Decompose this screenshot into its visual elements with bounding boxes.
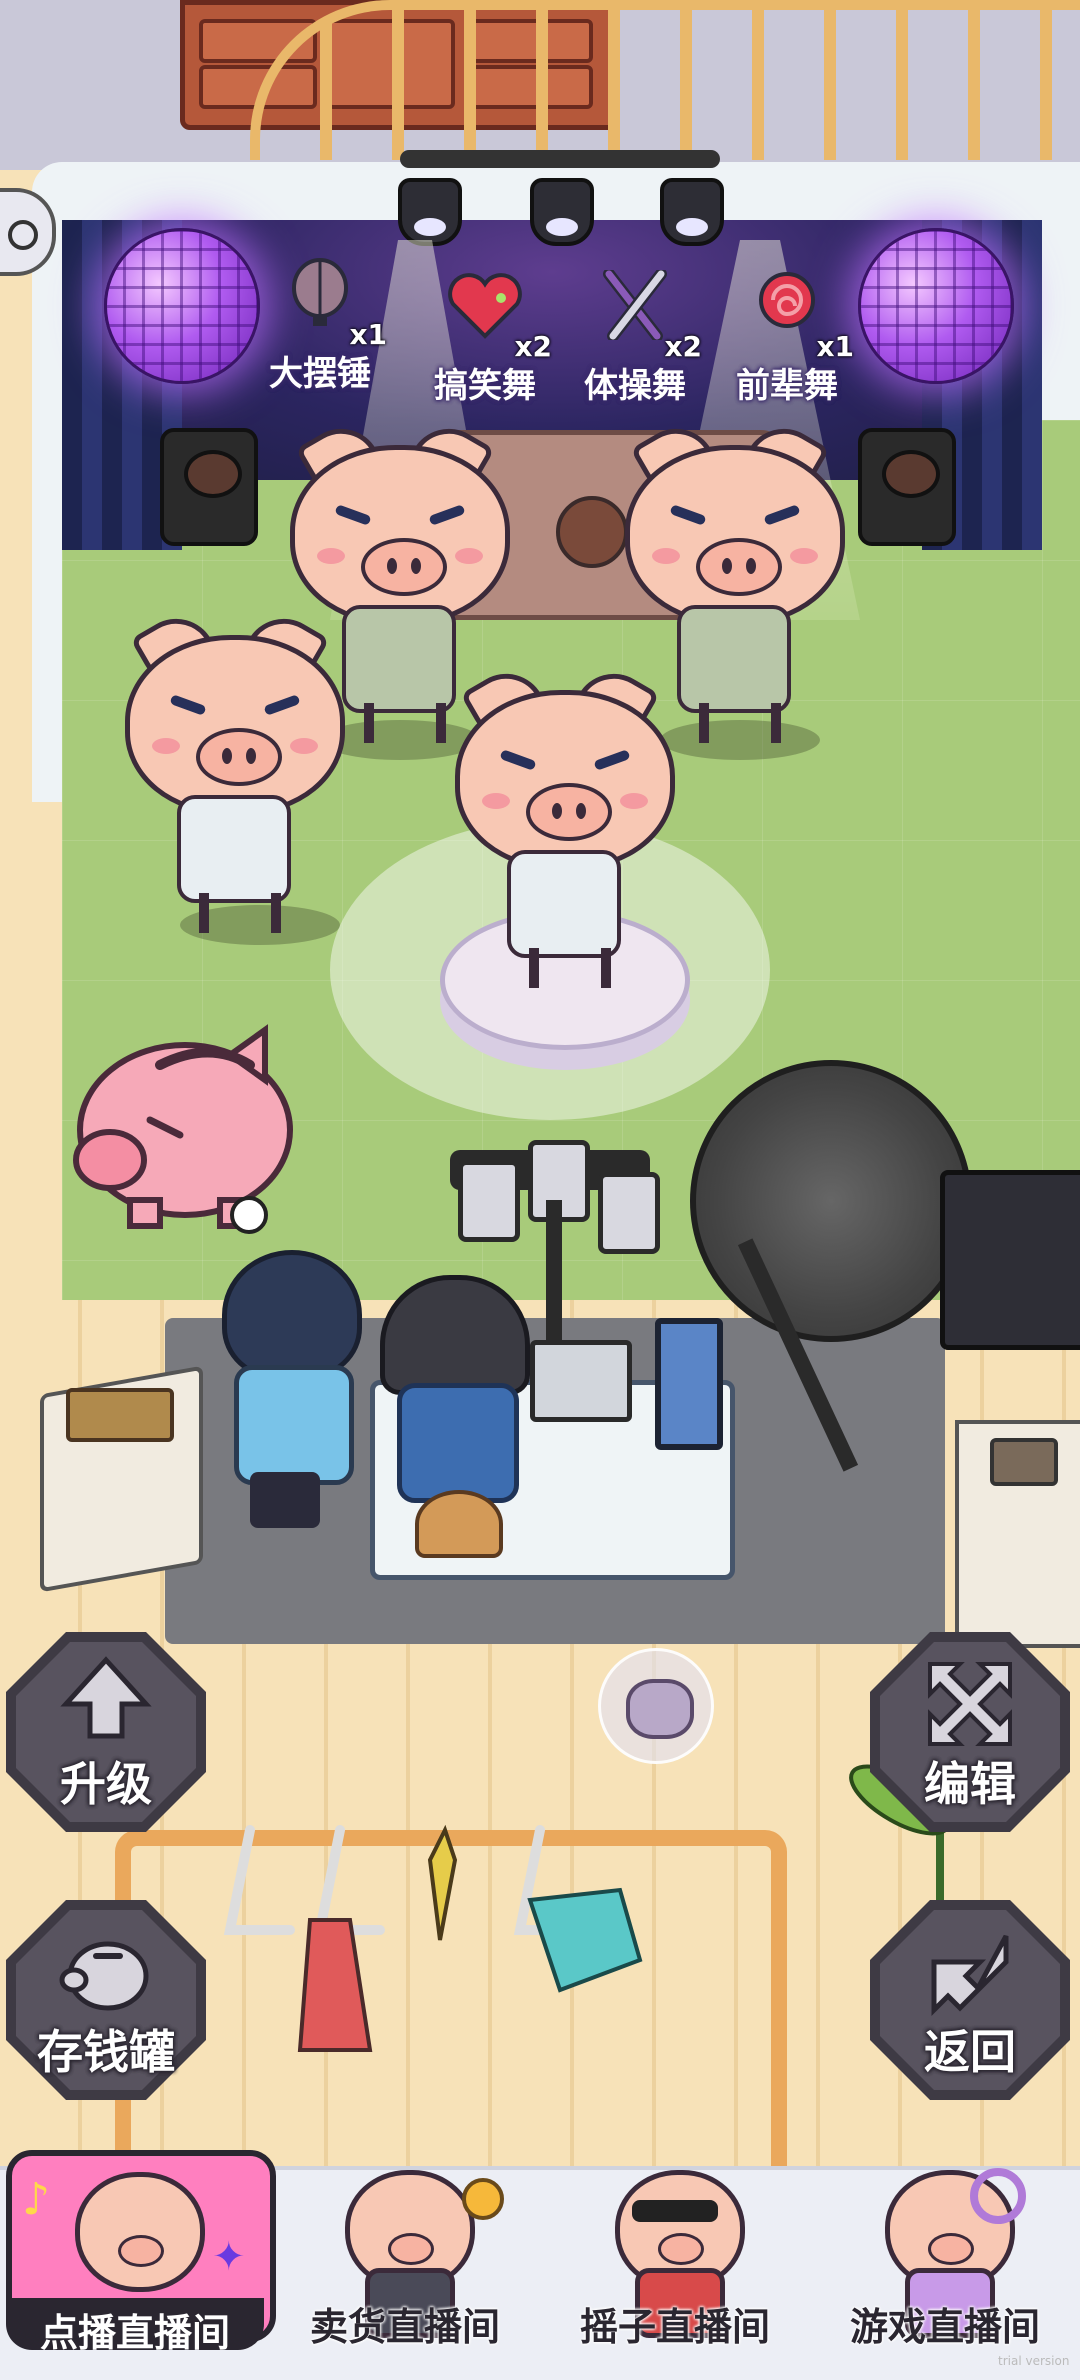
arrow-up-icon [60, 1656, 152, 1739]
balloon-icon [292, 258, 348, 326]
sunglasses-icon [632, 2200, 718, 2222]
book-icon [66, 1388, 174, 1442]
return-arrow-icon [931, 1934, 1009, 2017]
streamer-player[interactable] [375, 1275, 530, 1575]
spotlight-icon [660, 178, 724, 246]
coin-slot-icon [230, 1196, 268, 1234]
spotlight-icon [398, 178, 462, 246]
tab-sales-live-room[interactable]: 卖货直播间 [270, 2148, 540, 2376]
monitor-icon [655, 1318, 723, 1450]
stage-item-pendulum[interactable]: x1 大摆锤 [245, 258, 395, 408]
piggy-bank-icon[interactable] [60, 1010, 300, 1230]
crossed-sticks-icon [603, 268, 667, 342]
tab-game-live-room[interactable]: 游戏直播间 [810, 2148, 1080, 2376]
phone-icon [458, 1160, 520, 1242]
laptop-icon [530, 1340, 632, 1422]
disco-ball-icon [858, 228, 1014, 384]
lollipop-icon [759, 272, 815, 328]
stage-item-gymnastics-dance[interactable]: x2 体操舞 [560, 268, 710, 420]
piggy-bank-icon [59, 1941, 149, 2011]
upgrade-button[interactable]: 升级 [6, 1632, 206, 1832]
pig-dancer[interactable] [125, 604, 345, 935]
tab-dice-live-room[interactable]: 摇子直播间 [540, 2148, 810, 2376]
softbox-light [940, 1170, 1080, 1350]
version-watermark: trial version [998, 2354, 1070, 2368]
camera-icon [990, 1438, 1058, 1486]
music-note-icon: ♪ [22, 2174, 51, 2225]
hanging-clothes [223, 1824, 643, 2052]
headphones-icon [970, 2168, 1026, 2224]
tab-vod-live-room[interactable]: ♪ ✦ 点播直播间 [0, 2148, 276, 2376]
stage-item-senior-dance[interactable]: x1 前辈舞 [712, 270, 862, 420]
stair-railing [250, 0, 1080, 160]
stage-item-funny-dance[interactable]: x2 搞笑舞 [410, 270, 560, 420]
speaker-icon [160, 428, 258, 546]
phone-icon [598, 1172, 660, 1254]
photo-umbrella-light [690, 1060, 972, 1342]
spotlight-icon [530, 178, 594, 246]
teddy-bear-icon [556, 496, 628, 568]
disco-ball-icon [104, 228, 260, 384]
speaker-icon [858, 428, 956, 546]
toggle-icon [8, 220, 38, 250]
light-truss [400, 150, 720, 168]
coin-icon [462, 2178, 504, 2220]
edit-button[interactable]: 编辑 [870, 1632, 1070, 1832]
sparkle-icon: ✦ [212, 2234, 246, 2280]
floating-pig-bubble[interactable] [598, 1648, 714, 1764]
back-button[interactable]: 返回 [870, 1900, 1070, 2100]
pig-lead-dancer[interactable] [455, 659, 675, 990]
move-arrows-icon [928, 1662, 1012, 1746]
streamer-assistant[interactable] [212, 1250, 362, 1550]
piggybank-button[interactable]: 存钱罐 [6, 1900, 206, 2100]
heart-icon [448, 273, 522, 339]
